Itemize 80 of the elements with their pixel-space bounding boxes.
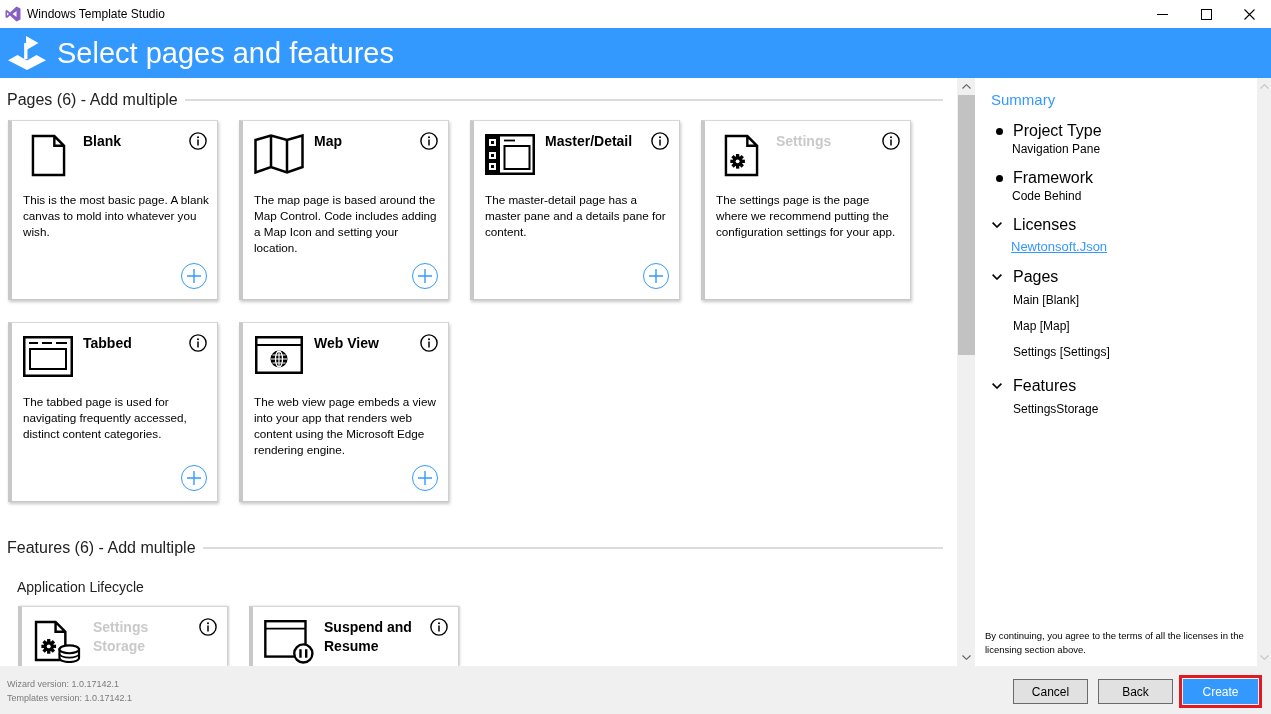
chevron-icon[interactable] xyxy=(992,222,1002,228)
plus-icon xyxy=(418,471,432,485)
footer-button[interactable]: Cancel xyxy=(1013,679,1088,704)
info-icon[interactable] xyxy=(651,132,669,150)
bullet-icon xyxy=(996,174,1003,182)
page-title: Select pages and features xyxy=(57,36,394,70)
summary-value: Navigation Pane xyxy=(1012,141,1102,157)
info-icon[interactable] xyxy=(430,618,448,636)
summary-heading: Summary xyxy=(991,90,1057,110)
card-description: The settings page is the page where we recommend putting the configuration settings for your app. xyxy=(716,192,897,240)
add-button[interactable] xyxy=(181,263,207,289)
summary-section-title: Framework xyxy=(1013,168,1093,188)
document-icon xyxy=(30,134,66,177)
card-title: Suspend and Resume xyxy=(324,618,413,656)
card-description: The web view page embeds a view into your app that renders web content using the Microsoft Edge rendering engine. xyxy=(254,394,437,458)
chevron-icon[interactable] xyxy=(992,274,1002,280)
scrollbar-thumb[interactable] xyxy=(957,95,975,355)
summary-item: Map [Map] xyxy=(1013,318,1071,335)
info-icon[interactable] xyxy=(420,334,438,352)
section-heading: Features (6) - Add multiple xyxy=(7,539,196,557)
list-window-icon xyxy=(485,134,535,175)
summary-item: SettingsStorage xyxy=(1013,401,1100,418)
add-button[interactable] xyxy=(412,465,438,491)
summary-section-title: Licenses xyxy=(1013,215,1077,235)
plus-icon xyxy=(418,269,432,283)
maximize-icon[interactable] xyxy=(1200,8,1212,20)
chevron-up-icon[interactable] xyxy=(961,84,971,89)
plus-icon xyxy=(187,269,201,283)
card-description: The map page is based around the Map Control. Code includes adding a Map Icon and setting your location. xyxy=(254,192,438,256)
add-button[interactable] xyxy=(412,263,438,289)
minimize-icon[interactable] xyxy=(1156,13,1168,15)
summary-section-title: Features xyxy=(1013,376,1077,396)
card-description: The master-detail page has a master pane and a details pane for content. xyxy=(485,192,667,240)
page-card[interactable]: Master/Detail The master-detail page has a master pane and a details pane for content. xyxy=(470,120,680,300)
document-gear-database-icon xyxy=(33,620,83,663)
chevron-down-icon[interactable] xyxy=(961,655,971,660)
info-icon[interactable] xyxy=(882,132,900,150)
document-gear-icon xyxy=(723,134,759,177)
info-icon[interactable] xyxy=(199,618,217,636)
bullet-icon xyxy=(996,127,1003,135)
app-logo-icon xyxy=(5,6,21,22)
summary-section-title: Project Type xyxy=(1013,121,1102,141)
page-card[interactable]: Web View The web view page embeds a view into your app that renders web content using the Microsoft Edge rendering engine. xyxy=(239,322,449,502)
map-icon xyxy=(254,134,304,174)
card-title: Blank xyxy=(83,132,123,151)
add-button[interactable] xyxy=(181,465,207,491)
version-text: Wizard version: 1.0.17142.1 xyxy=(7,678,121,691)
logo-icon xyxy=(8,35,46,71)
license-notice: By continuing, you agree to the terms of all the licenses in the licensing section above. xyxy=(985,629,1245,657)
page-card[interactable]: Map The map page is based around the Map Control. Code includes adding a Map Icon and setting your location. xyxy=(239,120,449,300)
plus-icon xyxy=(649,269,663,283)
card-description: The tabbed page is used for navigating frequently accessed, distinct content categories. xyxy=(23,394,188,442)
card-title: Web View xyxy=(314,334,380,353)
browser-globe-icon xyxy=(255,336,303,374)
window-pause-icon xyxy=(264,620,314,664)
info-icon[interactable] xyxy=(420,132,438,150)
summary-section-title: Pages xyxy=(1013,267,1059,287)
version-text: Templates version: 1.0.17142.1 xyxy=(7,692,133,705)
page-card[interactable]: Tabbed The tabbed page is used for navigating frequently accessed, distinct content categories. xyxy=(8,322,218,502)
card-title: Map xyxy=(314,132,343,151)
window-title: Windows Template Studio xyxy=(27,7,165,21)
feature-card[interactable]: Suspend and Resume xyxy=(249,606,459,666)
summary-item: Settings [Settings] xyxy=(1013,344,1111,361)
card-title: Tabbed xyxy=(83,334,133,353)
tabbed-window-icon xyxy=(23,336,73,377)
summary-item: Main [Blank] xyxy=(1013,292,1081,309)
scrollbar[interactable] xyxy=(957,78,975,666)
close-icon[interactable] xyxy=(1244,8,1255,20)
info-icon[interactable] xyxy=(189,334,207,352)
card-title: Master/Detail xyxy=(545,132,634,151)
footer-button[interactable]: Back xyxy=(1098,679,1173,704)
chevron-icon[interactable] xyxy=(992,383,1002,389)
plus-icon xyxy=(187,471,201,485)
info-icon[interactable] xyxy=(189,132,207,150)
group-heading: Application Lifecycle xyxy=(17,578,144,596)
card-description: This is the most basic page. A blank canvas to mold into whatever you wish. xyxy=(23,192,209,240)
section-heading: Pages (6) - Add multiple xyxy=(7,91,178,109)
summary-value: Code Behind xyxy=(1012,188,1083,204)
add-button[interactable] xyxy=(643,263,669,289)
page-card[interactable]: Blank This is the most basic page. A blank canvas to mold into whatever you wish. xyxy=(8,120,218,300)
